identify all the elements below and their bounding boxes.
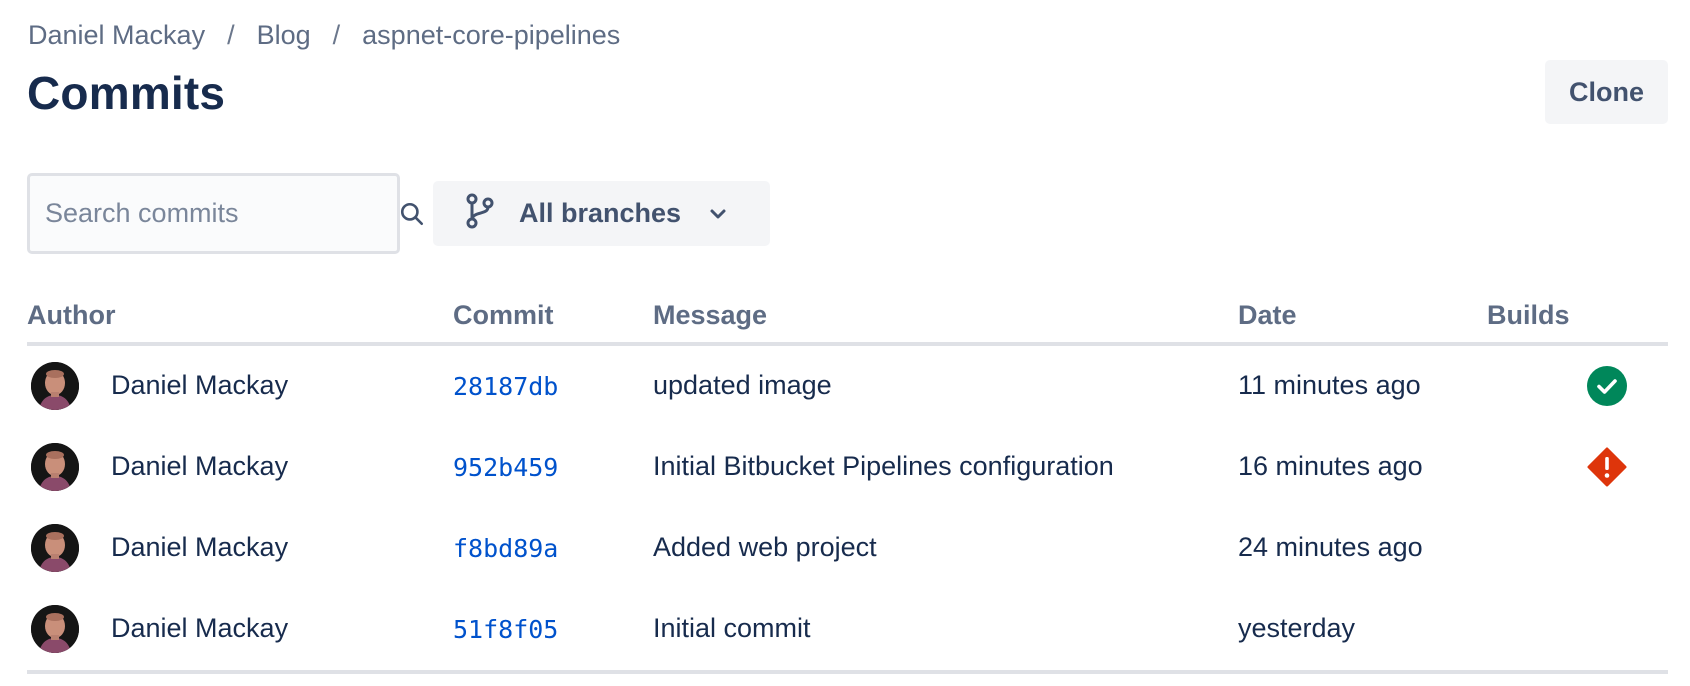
avatar[interactable] <box>31 362 79 410</box>
breadcrumb-separator: / <box>227 20 235 50</box>
breadcrumb-repository[interactable]: aspnet-core-pipelines <box>362 20 620 51</box>
column-author[interactable]: Author <box>27 300 115 331</box>
search-input[interactable] <box>45 198 399 229</box>
commit-message: Initial Bitbucket Pipelines configuratio… <box>653 451 1114 481</box>
commit-hash-link[interactable]: 51f8f05 <box>453 615 558 644</box>
commit-hash-link[interactable]: f8bd89a <box>453 534 558 563</box>
avatar[interactable] <box>31 605 79 653</box>
author-name[interactable]: Daniel Mackay <box>111 370 288 401</box>
commit-date: 16 minutes ago <box>1238 451 1423 481</box>
column-builds[interactable]: Builds <box>1487 300 1570 331</box>
branch-icon <box>465 193 495 234</box>
breadcrumb-separator: / <box>332 20 341 50</box>
commit-hash-link[interactable]: 28187db <box>453 372 558 401</box>
commit-message: Added web project <box>653 532 877 562</box>
commit-date: 11 minutes ago <box>1238 370 1421 400</box>
author-name[interactable]: Daniel Mackay <box>111 613 288 644</box>
table-row: Daniel Mackay 952b459 Initial Bitbucket … <box>27 427 1668 508</box>
branch-filter-dropdown[interactable]: All branches <box>433 181 770 246</box>
author-name[interactable]: Daniel Mackay <box>111 532 288 563</box>
avatar[interactable] <box>31 443 79 491</box>
commit-message: Initial commit <box>653 613 811 643</box>
avatar[interactable] <box>31 524 79 572</box>
search-box <box>27 173 424 254</box>
table-row: Daniel Mackay 28187db updated image 11 m… <box>27 346 1668 427</box>
table-body: Daniel Mackay 28187db updated image 11 m… <box>27 346 1668 670</box>
table-row: Daniel Mackay f8bd89a Added web project … <box>27 508 1668 589</box>
page-title: Commits <box>27 67 226 119</box>
table-header: Author Commit Message Date Builds <box>27 296 1668 346</box>
clone-button[interactable]: Clone <box>1545 60 1668 124</box>
table-row: Daniel Mackay 51f8f05 Initial commit yes… <box>27 589 1668 670</box>
column-message[interactable]: Message <box>653 300 767 331</box>
column-date[interactable]: Date <box>1238 300 1297 331</box>
chevron-down-icon <box>709 208 727 220</box>
commit-date: yesterday <box>1238 613 1356 643</box>
build-success-icon[interactable] <box>1586 365 1628 407</box>
commits-table: Author Commit Message Date Builds Daniel… <box>27 296 1668 674</box>
author-name[interactable]: Daniel Mackay <box>111 451 288 482</box>
commit-date: 24 minutes ago <box>1238 532 1423 562</box>
search-icon[interactable] <box>399 199 425 229</box>
column-commit[interactable]: Commit <box>453 300 554 331</box>
breadcrumb-owner[interactable]: Daniel Mackay <box>28 20 205 51</box>
commit-message: updated image <box>653 370 832 400</box>
commit-hash-link[interactable]: 952b459 <box>453 453 558 482</box>
table-footer-divider <box>27 670 1668 674</box>
breadcrumb-project[interactable]: Blog <box>257 20 311 51</box>
branch-filter-label: All branches <box>519 198 682 228</box>
breadcrumb: Daniel Mackay / Blog / aspnet-core-pipel… <box>28 20 620 51</box>
build-failed-icon[interactable] <box>1586 446 1628 488</box>
